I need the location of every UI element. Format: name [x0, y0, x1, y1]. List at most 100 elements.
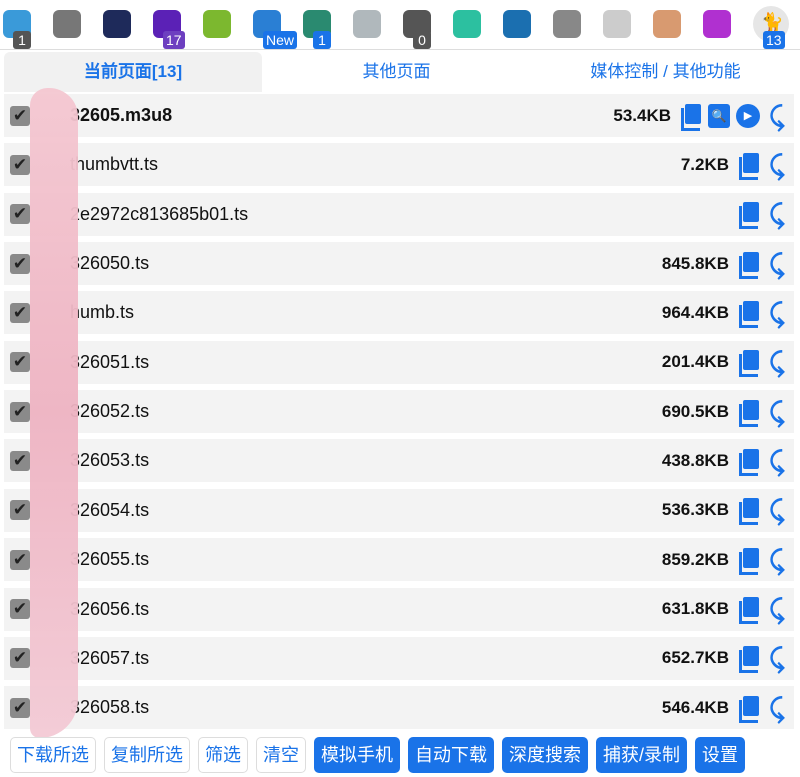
file-name[interactable]: humb.ts	[70, 302, 662, 323]
select-checkbox[interactable]: ✔	[10, 352, 30, 373]
tab-other-pages[interactable]: 其他页面	[262, 52, 531, 92]
download-icon[interactable]: ⤹	[766, 547, 788, 573]
copy-icon[interactable]	[738, 152, 760, 180]
file-row: ✔ 32605.m3u8 53.4KB 🔍 ▶ ⤹	[4, 94, 794, 137]
select-checkbox[interactable]: ✔	[10, 648, 30, 669]
select-checkbox[interactable]: ✔	[10, 599, 30, 619]
copy-icon[interactable]	[738, 597, 760, 624]
action-button[interactable]: 模拟手机	[314, 737, 400, 773]
file-name[interactable]: thumbvtt.ts	[70, 154, 681, 175]
download-icon[interactable]: ⤹	[766, 152, 788, 178]
file-name[interactable]: 326050.ts	[70, 253, 662, 274]
file-name[interactable]: 32605.m3u8	[70, 105, 613, 126]
crop-icon[interactable]	[53, 10, 81, 38]
file-name[interactable]: 326058.ts	[70, 697, 662, 718]
file-row: ✔ 326056.ts 631.8KB ⤹	[4, 587, 794, 631]
action-button[interactable]: 设置	[695, 737, 746, 773]
file-row: ✔ 2e2972c813685b01.ts ⤹	[4, 192, 794, 236]
chat-icon[interactable]	[453, 10, 481, 38]
select-checkbox[interactable]: ✔	[10, 697, 30, 718]
file-size: 845.8KB	[661, 253, 729, 273]
download-icon[interactable]: ⤹	[766, 300, 788, 326]
vr-icon[interactable]	[703, 10, 731, 38]
action-button[interactable]: 捕获/录制	[596, 737, 688, 773]
copy-icon[interactable]	[738, 350, 760, 378]
file-name[interactable]: 326055.ts	[70, 549, 662, 570]
badge: 17	[163, 31, 185, 49]
file-name[interactable]: 326053.ts	[70, 450, 662, 471]
tab-bar: 当前页面[13] 其他页面 媒体控制 / 其他功能	[4, 52, 800, 92]
file-row: ✔ 326051.ts 201.4KB ⤹	[4, 340, 794, 384]
select-checkbox[interactable]: ✔	[10, 154, 30, 175]
action-button[interactable]: 筛选	[198, 737, 248, 773]
download-icon[interactable]: ⤹	[766, 497, 788, 523]
download-icon[interactable]: ⤹	[766, 201, 788, 227]
file-size: 53.4KB	[613, 105, 671, 125]
download-icon[interactable]: ⤹	[766, 399, 788, 425]
copy-icon[interactable]	[738, 547, 760, 575]
action-button[interactable]: 复制所选	[104, 737, 190, 773]
tab-media-control[interactable]: 媒体控制 / 其他功能	[531, 52, 800, 92]
redaction-smear	[30, 88, 78, 738]
file-size: 964.4KB	[661, 302, 729, 322]
action-bar: 下载所选 复制所选 筛选 清空 模拟手机 自动下载 深度搜索 捕获/录制 设置	[10, 737, 746, 773]
file-size: 859.2KB	[661, 549, 729, 569]
file-row: ✔ 326052.ts 690.5KB ⤹	[4, 390, 794, 434]
file-size: 201.4KB	[661, 352, 729, 372]
ip-icon[interactable]	[103, 10, 131, 38]
select-checkbox[interactable]: ✔	[10, 549, 30, 570]
download-icon[interactable]: ⤹	[766, 251, 788, 277]
file-size: 652.7KB	[661, 648, 729, 668]
bullets-icon[interactable]	[653, 10, 681, 38]
u-icon[interactable]	[353, 10, 381, 38]
action-button[interactable]: 下载所选	[10, 737, 96, 773]
copy-icon[interactable]	[738, 399, 760, 427]
download-icon[interactable]: ⤹	[766, 596, 788, 622]
search-icon[interactable]: 🔍	[708, 103, 730, 128]
copy-icon[interactable]	[738, 300, 760, 328]
tab-current-page[interactable]: 当前页面[13]	[4, 52, 262, 92]
select-checkbox[interactable]: ✔	[10, 450, 30, 471]
play-icon[interactable]: ▶	[736, 103, 760, 128]
file-row: ✔ 326053.ts 438.8KB ⤹	[4, 439, 794, 483]
select-checkbox[interactable]: ✔	[10, 302, 30, 323]
copy-icon[interactable]	[680, 103, 702, 131]
file-name[interactable]: 326051.ts	[70, 352, 662, 373]
file-row: ✔ 326057.ts 652.7KB ⤹	[4, 636, 794, 680]
file-size: 438.8KB	[661, 450, 729, 470]
ghost-icon[interactable]	[603, 10, 631, 38]
download-icon[interactable]: ⤹	[766, 645, 788, 671]
copy-icon[interactable]	[738, 498, 760, 526]
copy-icon[interactable]	[738, 251, 760, 279]
action-button[interactable]: 深度搜索	[502, 737, 588, 773]
file-name[interactable]: 326057.ts	[70, 648, 662, 669]
file-name[interactable]: 2e2972c813685b01.ts	[70, 204, 729, 225]
file-name[interactable]: 326054.ts	[70, 500, 662, 521]
file-name[interactable]: 326056.ts	[70, 599, 662, 620]
download-icon[interactable]: ⤹	[766, 349, 788, 375]
file-row: ✔ humb.ts 964.4KB ⤹	[4, 291, 794, 335]
lens-icon[interactable]	[503, 10, 531, 38]
download-icon[interactable]: ⤹	[766, 695, 788, 721]
badge: 1	[313, 31, 331, 49]
download-icon[interactable]: ⤹	[766, 448, 788, 474]
select-checkbox[interactable]: ✔	[10, 500, 30, 521]
copy-icon[interactable]	[738, 646, 760, 674]
action-button[interactable]: 清空	[256, 737, 306, 773]
badge: New	[263, 31, 298, 49]
file-name[interactable]: 326052.ts	[70, 401, 662, 422]
file-size: 631.8KB	[661, 599, 729, 618]
file-row: ✔ 326058.ts 546.4KB ⤹	[4, 686, 794, 730]
file-size: 690.5KB	[661, 401, 729, 421]
printer-icon[interactable]	[203, 10, 231, 38]
copy-icon[interactable]	[738, 695, 760, 723]
select-checkbox[interactable]: ✔	[10, 204, 30, 225]
select-checkbox[interactable]: ✔	[10, 253, 30, 274]
action-button[interactable]: 自动下载	[408, 737, 494, 773]
select-checkbox[interactable]: ✔	[10, 105, 30, 126]
copy-icon[interactable]	[738, 202, 760, 230]
copy-icon[interactable]	[738, 448, 760, 476]
openai-icon[interactable]	[553, 10, 581, 38]
select-checkbox[interactable]: ✔	[10, 401, 30, 422]
download-icon[interactable]: ⤹	[766, 103, 788, 129]
